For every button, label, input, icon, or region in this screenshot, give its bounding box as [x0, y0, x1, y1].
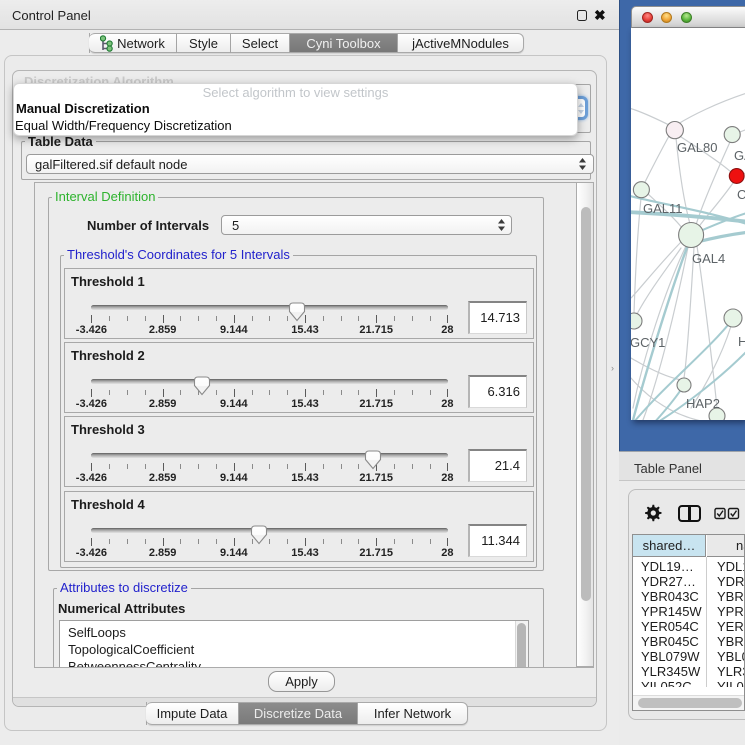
svg-text:GAL80: GAL80: [677, 140, 717, 155]
svg-text:HAP2: HAP2: [686, 396, 720, 411]
svg-text:GCY1: GCY1: [631, 335, 665, 350]
svg-text:GAL11: GAL11: [643, 201, 683, 216]
svg-text:HIS: HIS: [738, 334, 745, 349]
svg-text:GAL4: GAL4: [692, 251, 725, 266]
svg-text:GAL: GAL: [734, 148, 745, 163]
svg-text:CD: CD: [737, 187, 745, 202]
